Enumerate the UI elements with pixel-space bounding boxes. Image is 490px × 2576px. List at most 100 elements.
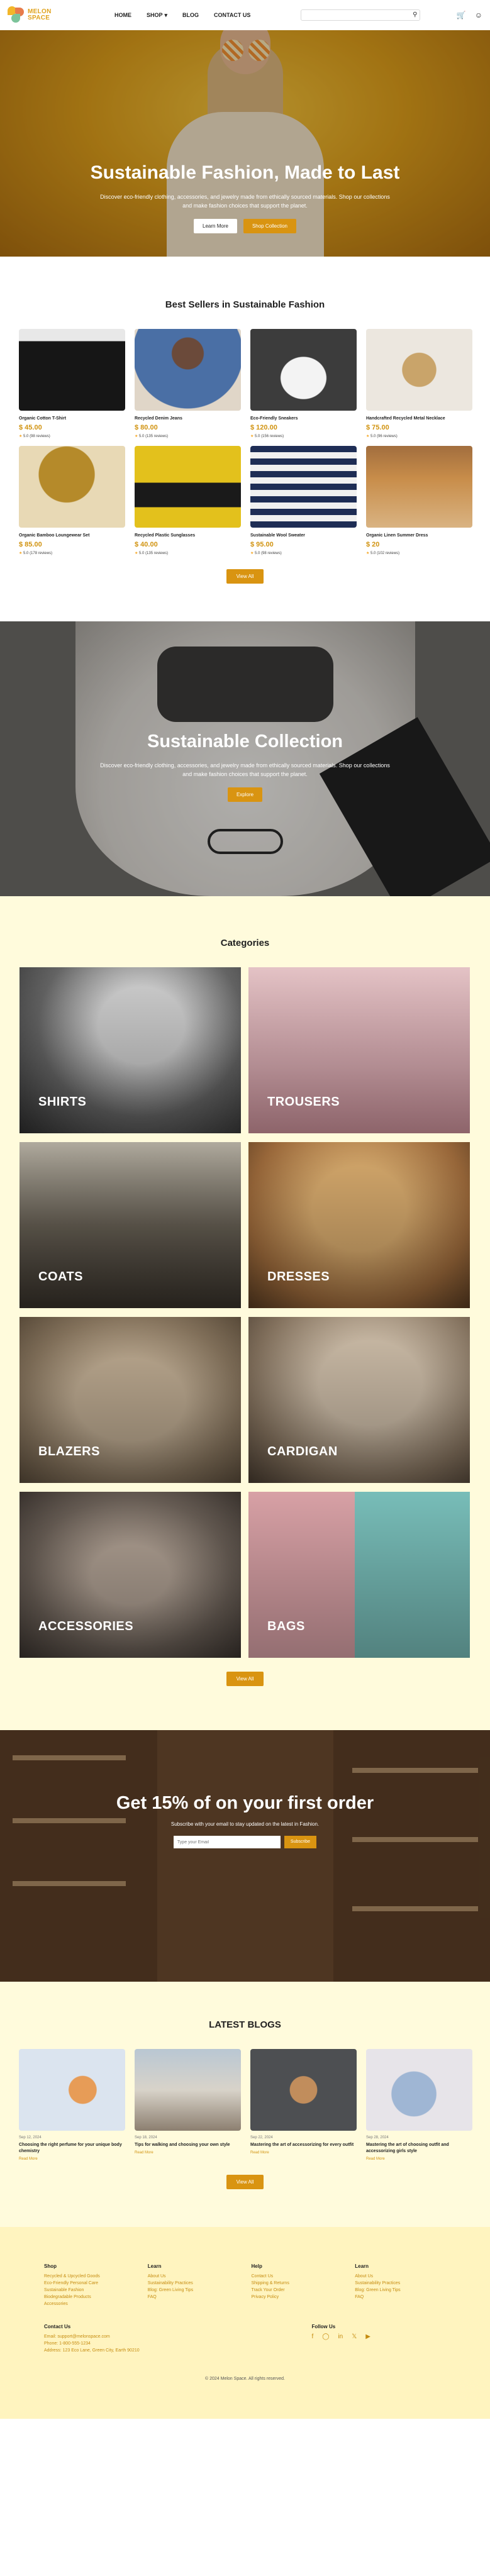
- footer-link[interactable]: Sustainable Fashion: [44, 2287, 135, 2294]
- product-price: $ 120.00: [250, 424, 277, 431]
- product-price: $ 40.00: [135, 541, 158, 548]
- product-name[interactable]: Organic Bamboo Loungewear Set: [19, 533, 125, 538]
- footer-link[interactable]: About Us: [148, 2273, 239, 2280]
- twitter-icon[interactable]: 𝕏: [352, 2333, 357, 2340]
- blog-card[interactable]: Sep 18, 2024 Tips for walking and choosin…: [135, 2049, 241, 2161]
- footer-link[interactable]: Blog: Green Living Tips: [355, 2287, 446, 2294]
- footer-link[interactable]: Recycled & Upcycled Goods: [44, 2273, 135, 2280]
- contact-phone[interactable]: Phone: 1-800-555-1234: [44, 2340, 140, 2347]
- product-card[interactable]: Organic Bamboo Loungewear Set $ 85.00 ★ 5.…: [19, 446, 125, 555]
- product-name[interactable]: Organic Linen Summer Dress: [366, 533, 472, 538]
- footer-link[interactable]: Track Your Order: [252, 2287, 343, 2294]
- product-image[interactable]: [250, 446, 357, 528]
- blog-image[interactable]: [366, 2049, 472, 2131]
- footer-link[interactable]: Biodegradable Products: [44, 2294, 135, 2301]
- product-name[interactable]: Recycled Denim Jeans: [135, 416, 241, 421]
- product-image[interactable]: [135, 446, 241, 528]
- product-name[interactable]: Eco-Friendly Sneakers: [250, 416, 357, 421]
- search-input[interactable]: ⚲: [301, 9, 421, 21]
- product-image[interactable]: [19, 329, 125, 411]
- subscribe-button[interactable]: Subscribe: [284, 1836, 317, 1848]
- category-tile[interactable]: SHIRTS: [19, 967, 241, 1133]
- search-icon[interactable]: ⚲: [413, 11, 417, 18]
- product-name[interactable]: Recycled Plastic Sunglasses: [135, 533, 241, 538]
- footer-link[interactable]: Accessories: [44, 2301, 135, 2307]
- email-field[interactable]: [173, 1836, 281, 1848]
- read-more-link[interactable]: Read More: [366, 2157, 472, 2161]
- view-all-products-button[interactable]: View All: [226, 569, 264, 584]
- rating-value: 5.0: [370, 552, 377, 555]
- read-more-link[interactable]: Read More: [19, 2157, 125, 2161]
- facebook-icon[interactable]: f: [311, 2333, 313, 2340]
- footer-link[interactable]: FAQ: [148, 2294, 239, 2301]
- blog-title[interactable]: Tips for walking and choosing your own s…: [135, 2142, 241, 2148]
- category-tile[interactable]: BLAZERS: [19, 1317, 241, 1483]
- footer-link[interactable]: Sustainability Practices: [148, 2280, 239, 2287]
- product-name[interactable]: Organic Cotton T-Shirt: [19, 416, 125, 421]
- product-price: $ 20: [366, 541, 380, 548]
- view-all-blogs-button[interactable]: View All: [226, 2175, 264, 2189]
- shop-collection-button[interactable]: Shop Collection: [243, 219, 296, 233]
- site-header: MELON SPACE HOME SHOP ▾ BLOG CONTACT US ⚲…: [0, 0, 490, 30]
- category-tile[interactable]: CARDIGAN: [248, 1317, 470, 1483]
- logo[interactable]: MELON SPACE: [8, 6, 102, 24]
- category-tile[interactable]: DRESSES: [248, 1142, 470, 1308]
- footer-link[interactable]: Blog: Green Living Tips: [148, 2287, 239, 2294]
- category-grid: SHIRTS TROUSERS COATS DRESSES BLAZERS CARDIGA…: [0, 967, 490, 1658]
- product-card[interactable]: Recycled Plastic Sunglasses $ 40.00 ★ 5.0 …: [135, 446, 241, 555]
- product-image[interactable]: [19, 446, 125, 528]
- user-icon[interactable]: ☺: [475, 11, 482, 19]
- blog-title[interactable]: Mastering the art of accessorizing for e…: [250, 2142, 357, 2148]
- product-card[interactable]: Sustainable Wool Sweater $ 95.00 ★ 5.0 (98…: [250, 446, 357, 555]
- product-card[interactable]: Organic Cotton T-Shirt $ 45.00 ★ 5.0 (98 r…: [19, 329, 125, 438]
- product-card[interactable]: Handcrafted Recycled Metal Necklace $ 75.…: [366, 329, 472, 438]
- product-card[interactable]: Eco-Friendly Sneakers $ 120.00 ★ 5.0 (156 …: [250, 329, 357, 438]
- nav-shop[interactable]: SHOP ▾: [147, 12, 167, 19]
- blog-image[interactable]: [135, 2049, 241, 2131]
- product-name[interactable]: Sustainable Wool Sweater: [250, 533, 357, 538]
- category-tile[interactable]: ACCESSORIES: [19, 1492, 241, 1658]
- footer-link[interactable]: Shipping & Returns: [252, 2280, 343, 2287]
- youtube-icon[interactable]: ▶: [365, 2333, 370, 2340]
- review-count: (156 reviews): [261, 435, 284, 438]
- footer-link[interactable]: Eco-Friendly Personal Care: [44, 2280, 135, 2287]
- contact-email[interactable]: Email: support@melonspace.com: [44, 2333, 140, 2340]
- nav-home[interactable]: HOME: [114, 12, 131, 19]
- footer-link[interactable]: FAQ: [355, 2294, 446, 2301]
- footer-link[interactable]: Contact Us: [252, 2273, 343, 2280]
- collection-title: Sustainable Collection: [147, 731, 343, 752]
- product-image[interactable]: [366, 329, 472, 411]
- blog-card[interactable]: Sep 28, 2024 Mastering the art of choosin…: [366, 2049, 472, 2161]
- read-more-link[interactable]: Read More: [135, 2151, 241, 2155]
- footer-link[interactable]: Privacy Policy: [252, 2294, 343, 2301]
- category-label: CARDIGAN: [267, 1445, 338, 1458]
- product-card[interactable]: Organic Linen Summer Dress $ 20 ★ 5.0 (102…: [366, 446, 472, 555]
- product-image[interactable]: [250, 329, 357, 411]
- product-name[interactable]: Handcrafted Recycled Metal Necklace: [366, 416, 472, 421]
- blog-card[interactable]: Sep 12, 2024 Choosing the right perfume f…: [19, 2049, 125, 2161]
- category-tile[interactable]: TROUSERS: [248, 967, 470, 1133]
- blog-title[interactable]: Mastering the art of choosing outfit and…: [366, 2142, 472, 2155]
- view-all-categories-button[interactable]: View All: [226, 1672, 264, 1686]
- categories-title: Categories: [220, 938, 270, 948]
- product-image[interactable]: [366, 446, 472, 528]
- review-count: (178 reviews): [30, 552, 53, 555]
- cart-icon[interactable]: 🛒: [457, 11, 466, 19]
- linkedin-icon[interactable]: in: [338, 2333, 343, 2340]
- product-image[interactable]: [135, 329, 241, 411]
- category-tile[interactable]: BAGS: [248, 1492, 470, 1658]
- blog-image[interactable]: [19, 2049, 125, 2131]
- footer-link[interactable]: About Us: [355, 2273, 446, 2280]
- blog-card[interactable]: Sep 22, 2024 Mastering the art of accesso…: [250, 2049, 357, 2161]
- learn-more-button[interactable]: Learn More: [194, 219, 237, 233]
- footer-link[interactable]: Sustainability Practices: [355, 2280, 446, 2287]
- blog-image[interactable]: [250, 2049, 357, 2131]
- category-tile[interactable]: COATS: [19, 1142, 241, 1308]
- explore-button[interactable]: Explore: [227, 787, 263, 802]
- nav-contact[interactable]: CONTACT US: [214, 12, 250, 19]
- nav-blog[interactable]: BLOG: [182, 12, 199, 19]
- product-card[interactable]: Recycled Denim Jeans $ 80.00 ★ 5.0 (135 re…: [135, 329, 241, 438]
- blog-title[interactable]: Choosing the right perfume for your uniq…: [19, 2142, 125, 2155]
- read-more-link[interactable]: Read More: [250, 2151, 357, 2155]
- instagram-icon[interactable]: ◯: [322, 2333, 329, 2340]
